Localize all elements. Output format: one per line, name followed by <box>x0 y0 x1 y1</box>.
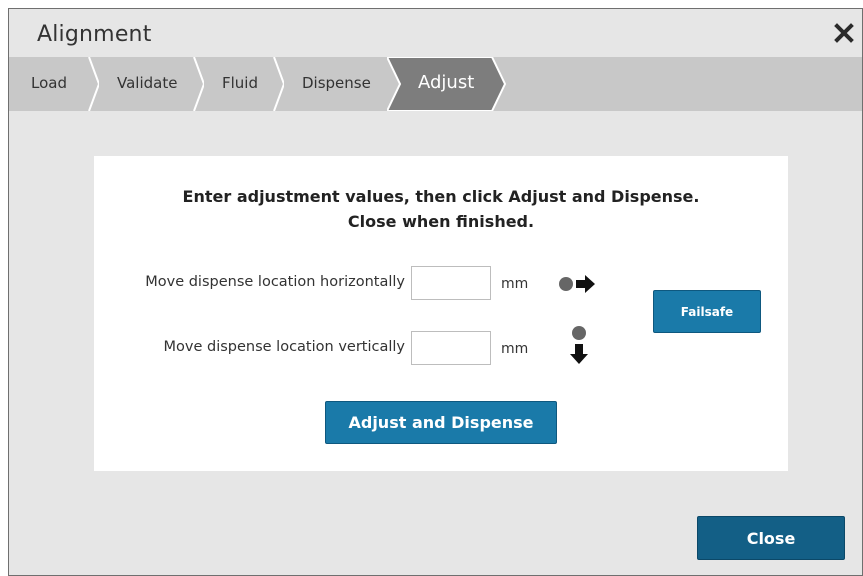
title-bar: Alignment <box>9 9 862 57</box>
step-validate[interactable]: Validate <box>99 57 204 111</box>
step-adjust[interactable]: Adjust <box>387 57 507 111</box>
close-button[interactable]: Close <box>697 516 845 560</box>
horizontal-label: Move dispense location horizontally <box>145 274 405 290</box>
instructions-line-2: Close when finished. <box>347 212 535 231</box>
horizontal-input[interactable] <box>411 266 491 300</box>
step-dispense-label: Dispense <box>302 74 371 92</box>
dialog-title: Alignment <box>37 22 152 47</box>
step-adjust-label: Adjust <box>418 72 475 93</box>
step-load-label: Load <box>31 74 67 92</box>
step-dispense[interactable]: Dispense <box>284 57 397 111</box>
adjust-and-dispense-button[interactable]: Adjust and Dispense <box>325 401 557 444</box>
step-breadcrumb: Load Validate Fluid Dispense Adjust <box>9 57 862 111</box>
move-right-icon <box>559 275 595 293</box>
step-load[interactable]: Load <box>9 57 99 111</box>
step-validate-label: Validate <box>117 74 178 92</box>
vertical-input[interactable] <box>411 331 491 365</box>
move-down-icon <box>570 326 588 364</box>
step-fluid[interactable]: Fluid <box>204 57 284 111</box>
instructions-line-1: Enter adjustment values, then click Adju… <box>182 187 700 206</box>
alignment-dialog: Alignment Load Validate Fluid Dispense A… <box>8 8 863 576</box>
step-fluid-label: Fluid <box>222 74 258 92</box>
close-x-icon[interactable] <box>834 23 854 43</box>
horizontal-unit: mm <box>501 276 529 292</box>
adjustment-panel: Enter adjustment values, then click Adju… <box>94 156 788 471</box>
vertical-unit: mm <box>501 341 529 357</box>
instructions: Enter adjustment values, then click Adju… <box>94 184 788 234</box>
vertical-label: Move dispense location vertically <box>163 339 406 355</box>
failsafe-button[interactable]: Failsafe <box>653 290 761 333</box>
